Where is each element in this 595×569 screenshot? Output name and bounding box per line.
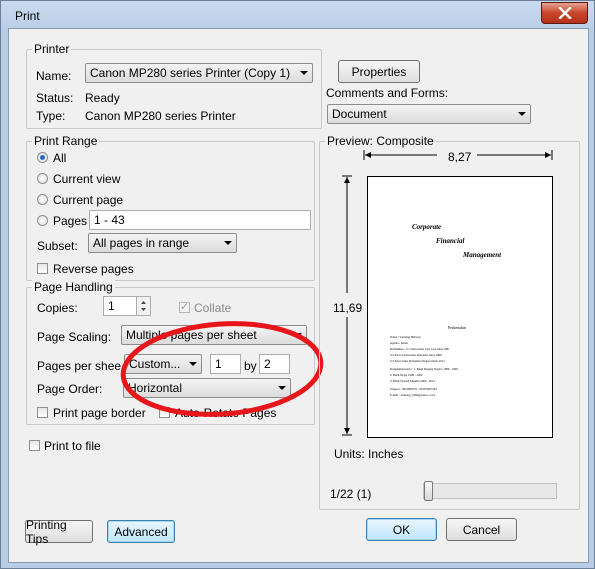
page-scaling-label: Page Scaling: — [37, 330, 112, 344]
page-order-label: Page Order: — [37, 382, 103, 396]
doc-row: S.3 Pasca lulus Perbankan Negeri tahun 2… — [390, 359, 445, 363]
copies-input[interactable]: 1 — [103, 296, 137, 316]
preview-page-slider[interactable] — [423, 483, 557, 499]
doc-row: 2. Bank Niaga 1999 - 2002 — [390, 373, 423, 377]
copies-label: Copies: — [37, 301, 78, 315]
doc-row: Pendidikan : S.1 Universitas Jaya Jaya l… — [390, 347, 450, 351]
doc-row: Agama : Islam — [390, 341, 408, 345]
subset-label: Subset: — [37, 239, 78, 253]
reverse-pages-label[interactable]: Reverse pages — [53, 262, 134, 276]
close-button[interactable] — [541, 2, 588, 24]
doc-title-line1: Corporate — [412, 223, 442, 231]
doc-row: S.2 Pasca Universitas Indonesia lulus 19… — [390, 353, 442, 357]
collate-checkbox[interactable] — [179, 300, 190, 313]
print-to-file-label[interactable]: Print to file — [44, 439, 101, 453]
radio-pages-label[interactable]: Pages — [53, 214, 87, 228]
print-dialog-window: Print Printer Name: Canon MP280 series P… — [0, 0, 595, 569]
comments-forms-label: Comments and Forms: — [326, 86, 449, 100]
status-value: Ready — [85, 91, 120, 105]
preview-page-slider-thumb[interactable] — [424, 481, 433, 501]
chevron-down-icon — [300, 71, 308, 75]
copies-stepper[interactable] — [136, 296, 151, 316]
radio-current-view-label[interactable]: Current view — [53, 172, 120, 186]
page-handling-title: Page Handling — [32, 280, 115, 294]
annotation-ellipse — [120, 321, 324, 417]
doc-row: Telepon : 0819987076 - 0818 6007363 — [390, 387, 437, 391]
radio-current-page[interactable] — [37, 194, 48, 205]
window-title: Print — [15, 9, 40, 23]
doc-row: E-mail : santiang_1969@yahoo.co.id — [390, 393, 435, 397]
comments-forms-value: Document — [332, 107, 387, 121]
dialog-client-area: Printer Name: Canon MP280 series Printer… — [8, 28, 589, 563]
page-width-value: 8,27 — [448, 150, 472, 164]
chevron-down-icon — [224, 241, 232, 245]
pages-range-input[interactable]: 1 - 43 — [89, 210, 311, 230]
subset-select[interactable]: All pages in range — [88, 233, 237, 253]
printer-name-label: Name: — [36, 69, 72, 83]
print-page-border-checkbox[interactable] — [37, 407, 48, 418]
close-icon — [557, 7, 572, 19]
type-label: Type: — [36, 109, 66, 123]
status-label: Status: — [36, 91, 74, 105]
doc-title-line3: Management — [463, 251, 502, 259]
page-counter: 1/22 (1) — [330, 487, 372, 501]
type-value: Canon MP280 series Printer — [85, 109, 236, 123]
doc-row: Pengalaman kerja : 1. Bank Dagang Negara… — [390, 367, 458, 371]
radio-current-view[interactable] — [37, 173, 48, 184]
radio-all-label[interactable]: All — [53, 151, 66, 165]
doc-heading: Perkenalan — [448, 325, 466, 330]
cancel-button[interactable]: Cancel — [446, 518, 517, 541]
chevron-down-icon — [518, 112, 526, 116]
doc-row: 3. Bank Syariah Mandiri 2009 - 2012 — [390, 379, 435, 383]
page-height-value: 11,69 — [333, 301, 363, 315]
subset-value: All pages in range — [93, 236, 190, 250]
ok-button[interactable]: OK — [366, 518, 437, 541]
properties-button[interactable]: Properties — [338, 60, 420, 83]
doc-title-line2: Financial — [436, 237, 465, 245]
radio-current-page-label[interactable]: Current page — [53, 193, 123, 207]
radio-all[interactable] — [37, 152, 48, 163]
pages-per-sheet-label: Pages per shee — [37, 359, 122, 373]
stepper-arrows-icon — [141, 301, 146, 311]
printer-name-select[interactable]: Canon MP280 series Printer (Copy 1) — [85, 63, 313, 83]
doc-row: Nama : Santiang Hidayas — [390, 335, 421, 339]
reverse-pages-checkbox[interactable] — [37, 263, 48, 274]
preview-title: Preview: Composite — [325, 134, 436, 148]
preview-page: Corporate Financial Management Perkenala… — [367, 176, 553, 438]
printer-group-title: Printer — [32, 42, 72, 56]
printer-name-value: Canon MP280 series Printer (Copy 1) — [90, 66, 291, 80]
collate-label: Collate — [194, 301, 232, 315]
print-range-title: Print Range — [32, 134, 100, 148]
advanced-button[interactable]: Advanced — [107, 520, 175, 543]
units-label: Units: Inches — [334, 447, 404, 461]
comments-forms-select[interactable]: Document — [327, 104, 531, 124]
radio-pages[interactable] — [37, 215, 48, 226]
print-to-file-checkbox[interactable] — [29, 440, 40, 451]
printing-tips-button[interactable]: Printing Tips — [25, 518, 93, 546]
